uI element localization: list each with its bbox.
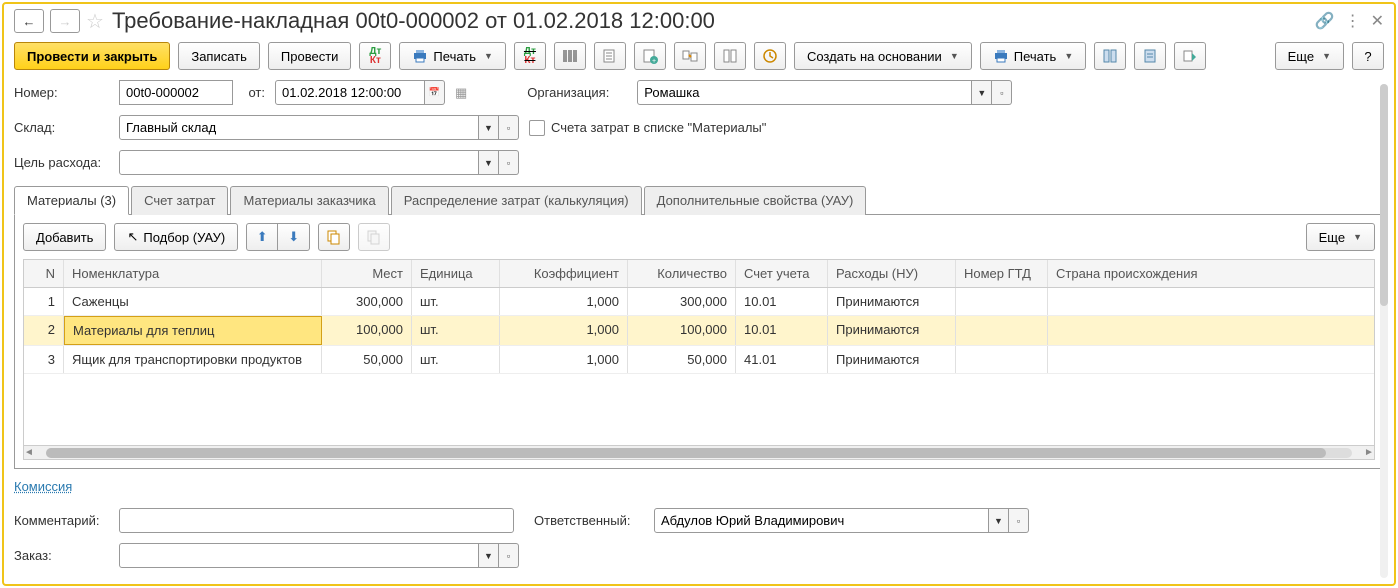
tab-more-button[interactable]: Еще▼ [1306,223,1375,251]
tab-customer-materials[interactable]: Материалы заказчика [230,186,388,215]
favorite-icon[interactable]: ☆ [86,9,104,34]
paste-rows-button[interactable] [358,223,390,251]
move-down-button[interactable]: ⬇ [278,223,310,251]
col-n[interactable]: N [24,260,64,287]
add-row-button[interactable]: Добавить [23,223,106,251]
costs-in-list-checkbox[interactable]: Счета затрат в списке "Материалы" [529,120,766,136]
org-input[interactable] [637,80,972,105]
col-coefficient[interactable]: Коэффициент [500,260,628,287]
tab-materials[interactable]: Материалы (3) [14,186,129,215]
number-label: Номер: [14,85,109,100]
v-scrollbar[interactable] [1380,84,1388,578]
doc-status-icon: ▦ [455,85,467,101]
cursor-icon: ↖ [127,229,138,245]
table-row[interactable]: 1Саженцы300,000шт.1,000300,00010.01Прини… [24,288,1374,316]
org-label: Организация: [527,85,627,100]
dtkt-button[interactable]: ДтКт [359,42,391,70]
create-based-button[interactable]: Создать на основании▼ [794,42,972,70]
pick-button[interactable]: ↖Подбор (УАУ) [114,223,238,251]
link-icon[interactable]: 🔗 [1315,11,1335,31]
resp-open-icon[interactable]: ▫ [1009,508,1029,533]
move-up-button[interactable]: ⬆ [246,223,278,251]
commission-link[interactable]: Комиссия [14,479,72,494]
col-origin[interactable]: Страна происхождения [1048,260,1218,287]
tab-cost-account[interactable]: Счет затрат [131,186,228,215]
dtkt-strike-button[interactable]: ДтКт [514,42,546,70]
date-input[interactable] [275,80,425,105]
wh-input[interactable] [119,115,479,140]
kebab-icon[interactable]: ⋮ [1345,11,1361,31]
comment-label: Комментарий: [14,513,109,528]
org-open-icon[interactable]: ▫ [992,80,1012,105]
doc-add-button[interactable]: + [634,42,666,70]
col-places[interactable]: Мест [322,260,412,287]
purpose-input[interactable] [119,150,479,175]
attachments-button[interactable] [714,42,746,70]
post-button[interactable]: Провести [268,42,352,70]
purpose-dropdown-icon[interactable]: ▼ [479,150,499,175]
table-row[interactable]: 3Ящик для транспортировки продуктов50,00… [24,346,1374,374]
materials-table: N Номенклатура Мест Единица Коэффициент … [23,259,1375,460]
page-title: Требование-накладная 00t0-000002 от 01.0… [112,8,1309,34]
col-account[interactable]: Счет учета [736,260,828,287]
print-button-2[interactable]: Печать▼ [980,42,1087,70]
tab-extra-properties[interactable]: Дополнительные свойства (УАУ) [644,186,867,215]
doc-list-button[interactable] [594,42,626,70]
close-icon[interactable]: ✕ [1371,11,1384,31]
history-button[interactable] [754,42,786,70]
printer-icon [993,48,1009,64]
from-label: от: [243,85,265,100]
wh-open-icon[interactable]: ▫ [499,115,519,140]
table-row[interactable]: 2Материалы для теплиц100,000шт.1,000100,… [24,316,1374,346]
nav-fwd-button[interactable]: → [50,9,80,33]
org-dropdown-icon[interactable]: ▼ [972,80,992,105]
comment-input[interactable] [119,508,514,533]
printer-icon [412,48,428,64]
wh-label: Склад: [14,120,109,135]
order-input[interactable] [119,543,479,568]
col-gtd[interactable]: Номер ГТД [956,260,1048,287]
help-button[interactable]: ? [1352,42,1384,70]
col-quantity[interactable]: Количество [628,260,736,287]
resp-dropdown-icon[interactable]: ▼ [989,508,1009,533]
tab-bar: Материалы (3) Счет затрат Материалы зака… [14,185,1384,215]
tb-extra-1-button[interactable] [1094,42,1126,70]
tab-cost-allocation[interactable]: Распределение затрат (калькуляция) [391,186,642,215]
order-open-icon[interactable]: ▫ [499,543,519,568]
resp-label: Ответственный: [534,513,644,528]
save-button[interactable]: Записать [178,42,260,70]
wh-dropdown-icon[interactable]: ▼ [479,115,499,140]
nav-back-button[interactable]: ← [14,9,44,33]
tb-extra-2-button[interactable] [1134,42,1166,70]
order-dropdown-icon[interactable]: ▼ [479,543,499,568]
col-expenses[interactable]: Расходы (НУ) [828,260,956,287]
print-button-1[interactable]: Печать▼ [399,42,506,70]
calendar-icon[interactable]: 📅 [425,80,445,105]
resp-input[interactable] [654,508,989,533]
barcode-button[interactable] [554,42,586,70]
order-label: Заказ: [14,548,109,563]
svg-text:+: + [652,58,656,64]
copy-rows-button[interactable] [318,223,350,251]
tb-extra-3-button[interactable] [1174,42,1206,70]
h-scrollbar[interactable]: ◄► [24,445,1374,459]
more-button[interactable]: Еще▼ [1275,42,1344,70]
purpose-label: Цель расхода: [14,155,109,170]
link-docs-button[interactable] [674,42,706,70]
post-and-close-button[interactable]: Провести и закрыть [14,42,170,70]
col-nomenclature[interactable]: Номенклатура [64,260,322,287]
col-unit[interactable]: Единица [412,260,500,287]
number-input[interactable] [119,80,233,105]
purpose-open-icon[interactable]: ▫ [499,150,519,175]
